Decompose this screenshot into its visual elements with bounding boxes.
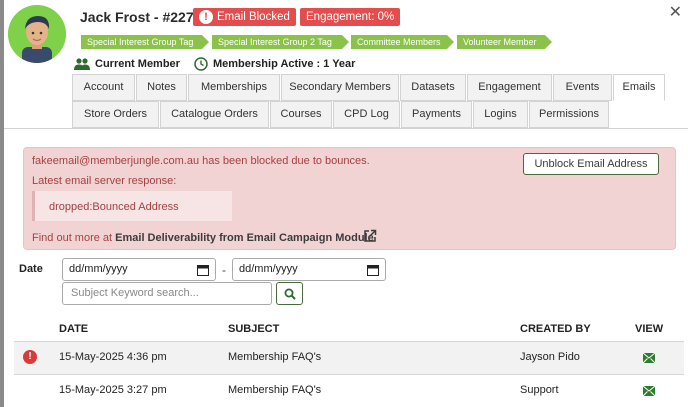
row-date: 15-May-2025 4:36 pm [59,351,167,363]
current-member-label: Current Member [95,58,180,70]
deliverability-link[interactable]: Email Deliverability from Email Campaign… [115,232,374,244]
search-icon [284,288,296,300]
users-icon [74,58,90,70]
tab-permissions[interactable]: Permissions [529,101,609,128]
header-subject: SUBJECT [228,323,280,335]
date-from-input[interactable]: dd/mm/yyyy [62,258,216,281]
row-created-by: Jayson Pido [520,351,580,363]
find-more-prefix: Find out more at [32,232,116,244]
header-created-by: CREATED BY [520,323,591,335]
server-response-label: Latest email server response: [32,175,177,187]
tab-notes[interactable]: Notes [136,74,187,101]
server-response-box: dropped:Bounced Address [32,191,232,221]
row-subject: Membership FAQ's [228,351,322,363]
avatar [8,5,66,63]
tab-memberships[interactable]: Memberships [188,74,280,101]
date-filter-label: Date [19,263,43,275]
member-name: Jack Frost - #2277 [80,9,202,25]
find-more-text: Find out more at Email Deliverability fr… [32,232,374,244]
tab-courses[interactable]: Courses [270,101,332,128]
close-icon[interactable]: ✕ [669,5,682,21]
envelope-icon[interactable] [643,386,655,396]
header-date: DATE [59,323,89,335]
date-from-placeholder: dd/mm/yyyy [69,263,128,275]
tab-cpd-log[interactable]: CPD Log [333,101,400,128]
alert-icon: ! [199,10,213,24]
external-link-icon[interactable] [363,229,377,243]
engagement-badge: Engagement: 0% [300,8,401,26]
envelope-icon[interactable] [643,353,655,363]
tag-special-interest-group: Special Interest Group Tag [81,35,209,49]
tab-payments[interactable]: Payments [401,101,472,128]
email-blocked-label: Email Blocked [217,11,290,23]
date-to-input[interactable]: dd/mm/yyyy [232,258,386,281]
server-response-text: dropped:Bounced Address [49,201,179,213]
row-date: 15-May-2025 3:27 pm [59,384,167,396]
tab-datasets[interactable]: Datasets [400,74,466,101]
email-blocked-alert: fakeemail@memberjungle.com.au has been b… [23,147,676,250]
email-blocked-badge: ! Email Blocked [193,8,296,26]
current-member-status: Current Member [74,57,180,71]
row-created-by: Support [520,384,559,396]
membership-active-status: Membership Active : 1 Year [194,57,355,71]
tab-events[interactable]: Events [553,74,612,101]
membership-active-label: Membership Active : 1 Year [213,58,356,70]
clock-icon [194,57,208,71]
row-subject: Membership FAQ's [228,384,322,396]
blocked-message: fakeemail@memberjungle.com.au has been b… [32,155,370,167]
tag-special-interest-group-2: Special Interest Group 2 Tag [212,35,349,49]
table-row: ! 15-May-2025 4:36 pm Membership FAQ's J… [14,341,684,374]
tab-catalogue-orders[interactable]: Catalogue Orders [160,101,269,128]
subject-search-input[interactable]: Subject Keyword search... [62,282,272,305]
calendar-icon[interactable] [197,264,209,276]
calendar-icon[interactable] [367,264,379,276]
tab-engagement[interactable]: Engagement [467,74,552,101]
tab-logins[interactable]: Logins [473,101,528,128]
unblock-email-button[interactable]: Unblock Email Address [523,153,659,175]
tab-secondary-members[interactable]: Secondary Members [281,74,399,101]
table-row: 15-May-2025 3:27 pm Membership FAQ's Sup… [14,374,684,407]
tag-volunteer-member: Volunteer Member [457,35,552,49]
search-button[interactable] [276,282,303,305]
tag-committee-members: Committee Members [351,35,454,49]
tab-account[interactable]: Account [72,74,135,101]
date-separator: - [222,263,226,277]
tab-emails[interactable]: Emails [613,74,665,101]
tab-divider [4,128,688,129]
member-modal: ✕ Jack Frost - #2277 ! Email Blocked Eng… [4,0,688,407]
tab-store-orders[interactable]: Store Orders [72,101,159,128]
header-view: VIEW [635,323,664,335]
date-to-placeholder: dd/mm/yyyy [239,263,298,275]
error-icon: ! [23,350,37,364]
emails-table-header: DATE SUBJECT CREATED BY VIEW [14,320,684,340]
